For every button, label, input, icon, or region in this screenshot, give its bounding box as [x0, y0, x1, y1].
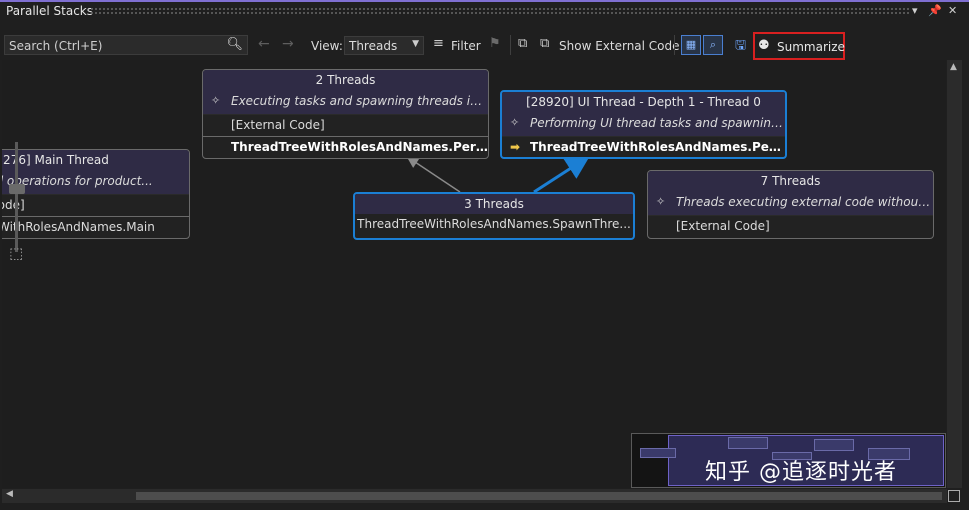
- show-external-code-button[interactable]: Show External Code: [559, 39, 680, 53]
- current-stack-frame[interactable]: ➡ ThreadTreeWithRolesAndNames.PerformThr: [502, 137, 785, 157]
- toolbar-separator: [674, 35, 675, 55]
- vertical-scrollbar[interactable]: ▲: [947, 60, 962, 488]
- view-label: View:: [311, 39, 343, 53]
- scroll-up-icon[interactable]: ▲: [950, 62, 957, 72]
- back-arrow-icon[interactable]: ←: [258, 36, 270, 52]
- show-external-code-icon[interactable]: ⧉: [540, 36, 549, 51]
- birdseye-toggle-icon[interactable]: [948, 490, 960, 502]
- stack-node-3-threads[interactable]: 3 Threads ThreadTreeWithRolesAndNames.Sp…: [353, 192, 635, 240]
- stack-frame[interactable]: [External Code]: [648, 216, 933, 237]
- stack-frame[interactable]: ThreadTreeWithRolesAndNames.Perform...: [203, 137, 488, 158]
- flag-icon[interactable]: ⚑: [489, 36, 501, 51]
- ai-summary-text: Executing tasks and spawning threads in …: [231, 94, 488, 108]
- zoom-thumb[interactable]: [9, 184, 25, 194]
- node-header: [28920] UI Thread - Depth 1 - Thread 0: [502, 92, 785, 112]
- method-view-toggle-icon[interactable]: ▦: [681, 35, 701, 55]
- connector-three-to-two: [406, 156, 461, 193]
- stack-node-ui-thread[interactable]: [28920] UI Thread - Depth 1 - Thread 0 ✧…: [500, 90, 787, 159]
- stack-node-2-threads[interactable]: 2 Threads ✧ Executing tasks and spawning…: [202, 69, 489, 159]
- zoom-to-fit-icon[interactable]: ⌕: [703, 35, 723, 55]
- forward-arrow-icon[interactable]: →: [282, 36, 294, 52]
- stack-frame[interactable]: [External Code]: [203, 115, 488, 137]
- search-placeholder: Search (Ctrl+E): [9, 39, 103, 53]
- ai-summary: ✧ Threads executing external code withou…: [648, 191, 933, 216]
- sparkle-icon: ✧: [656, 195, 666, 208]
- search-icon[interactable]: 🔍︎: [226, 37, 243, 52]
- search-input[interactable]: Search (Ctrl+E) 🔍︎: [4, 35, 248, 55]
- stack-frame[interactable]: ThreadTreeWithRolesAndNames.SpawnThre...: [355, 214, 633, 235]
- watermark-text: 知乎 @追逐时光者: [705, 460, 897, 485]
- export-icon[interactable]: ⧉: [518, 36, 527, 51]
- stack-node-7-threads[interactable]: 7 Threads ✧ Threads executing external c…: [647, 170, 934, 239]
- zoom-track[interactable]: [15, 142, 18, 252]
- save-icon[interactable]: 🖫︎: [735, 36, 746, 58]
- node-header: 3 Threads: [355, 194, 633, 214]
- zoom-slider[interactable]: ⬚: [6, 132, 34, 262]
- minimap-node: [640, 448, 676, 458]
- filter-icon[interactable]: ≡: [433, 36, 444, 51]
- ai-summary: ✧ Performing UI thread tasks and spawnin…: [502, 112, 785, 137]
- current-frame-arrow-icon: ➡: [510, 140, 521, 154]
- copilot-icon: ⚉: [758, 38, 770, 53]
- summarize-button[interactable]: ⚉ Summarize: [753, 32, 845, 60]
- fit-to-view-icon[interactable]: ⬚: [9, 244, 23, 262]
- toolbar-separator: [510, 35, 511, 55]
- minimap-node: [728, 437, 768, 449]
- parallel-stacks-window: Parallel Stacks ▾ 📌 ✕ Search (Ctrl+E) 🔍︎…: [0, 0, 969, 510]
- node-header: 2 Threads: [203, 70, 488, 90]
- minimap-node: [814, 439, 854, 451]
- view-select[interactable]: Threads ▼: [344, 36, 424, 55]
- horizontal-scrollbar[interactable]: ◀: [2, 489, 947, 503]
- stacks-canvas[interactable]: [23276] Main Thread ✧ Main thread operat…: [2, 60, 946, 488]
- chevron-down-icon: ▼: [412, 39, 419, 49]
- pin-icon[interactable]: 📌: [928, 4, 942, 17]
- drag-grip[interactable]: [90, 7, 909, 15]
- scroll-left-icon[interactable]: ◀: [6, 489, 13, 499]
- sparkle-icon: ✧: [211, 94, 221, 107]
- close-icon[interactable]: ✕: [948, 4, 957, 17]
- filter-button[interactable]: Filter: [451, 39, 481, 53]
- node-header: 7 Threads: [648, 171, 933, 191]
- scrollbar-thumb[interactable]: [136, 492, 942, 500]
- view-select-value: Threads: [349, 39, 398, 53]
- connector-three-to-ui: [533, 155, 591, 194]
- ai-summary: ✧ Executing tasks and spawning threads i…: [203, 90, 488, 115]
- sparkle-icon: ✧: [510, 116, 520, 129]
- window-title: Parallel Stacks: [6, 4, 94, 18]
- ai-summary-text: Performing UI thread tasks and spawning …: [530, 116, 785, 130]
- ai-summary-text: Threads executing external code without …: [676, 195, 933, 209]
- dropdown-icon[interactable]: ▾: [912, 4, 918, 17]
- summarize-label: Summarize: [777, 40, 845, 54]
- stack-frame-text: ThreadTreeWithRolesAndNames.PerformThr: [530, 140, 785, 154]
- title-bar: Parallel Stacks ▾ 📌 ✕: [0, 2, 969, 20]
